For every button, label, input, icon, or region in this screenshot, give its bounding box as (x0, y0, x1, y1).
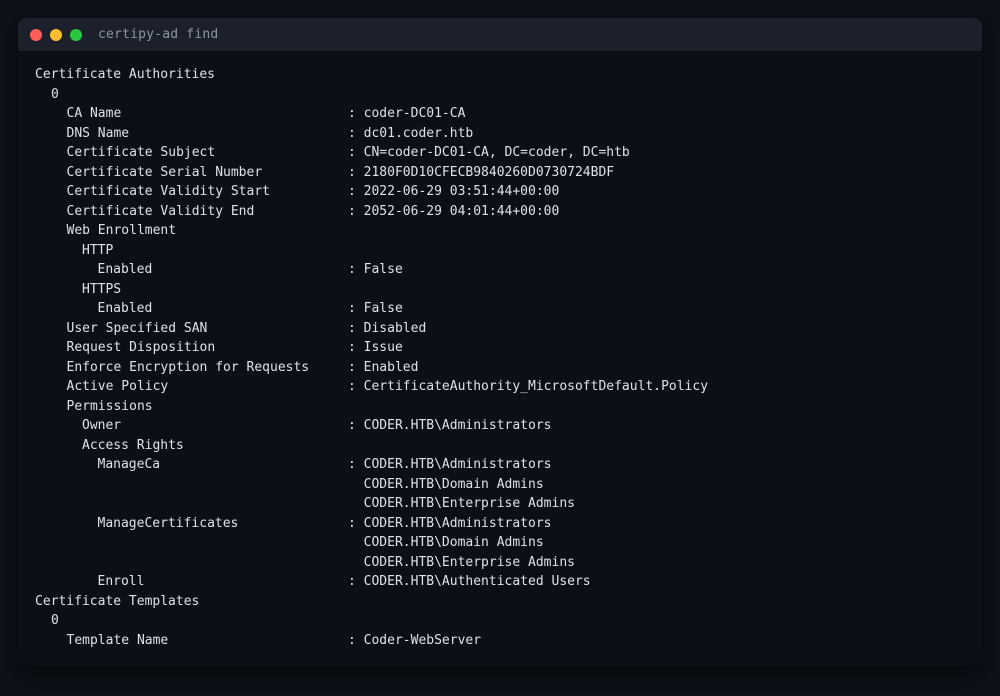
output-line: ManageCertificates : CODER.HTB\Administra… (35, 514, 982, 534)
output-line: Template Name : Coder-WebServer (35, 631, 982, 651)
output-line-value: CODER.HTB\Enterprise Admins (348, 554, 575, 570)
output-line-key: Certificate Templates (35, 593, 200, 609)
output-line-key: Access Rights (82, 437, 184, 453)
output-line-key: Template Name (66, 632, 169, 648)
output-line: DNS Name : dc01.coder.htb (35, 124, 982, 144)
output-line: Access Rights (35, 436, 982, 456)
output-line-value: : CODER.HTB\Administrators (348, 515, 552, 531)
output-line-key: Enabled (97, 301, 153, 316)
output-line: CODER.HTB\Enterprise Admins (35, 553, 982, 573)
output-line-key: Request Disposition (66, 340, 216, 355)
output-line-value: : False (348, 262, 403, 277)
output-line-value: : Disabled (348, 320, 427, 336)
output-line-value: : coder-DC01-CA (348, 106, 466, 121)
output-line-value: : 2180F0D10CFECB9840260D0730724BDF (348, 164, 615, 180)
output-line: CODER.HTB\Domain Admins (35, 475, 982, 495)
title-bar: certipy-ad find (18, 18, 982, 51)
output-line: 0 (35, 85, 982, 105)
output-line-key: HTTP (82, 242, 114, 258)
output-line-value: : CODER.HTB\Administrators (348, 457, 552, 472)
window-title: certipy-ad find (98, 27, 219, 42)
output-line: 0 (35, 611, 982, 631)
output-line: User Specified SAN : Disabled (35, 319, 982, 339)
output-line: Enabled : False (35, 260, 982, 280)
output-line-value: : CODER.HTB\Administrators (348, 418, 552, 433)
output-line-key: CA Name (66, 106, 122, 121)
output-line-key: User Specified SAN (66, 320, 208, 336)
output-line-key: ManageCertificates (97, 515, 239, 531)
output-line-key: ManageCa (97, 457, 161, 472)
output-line-key: Enabled (97, 262, 153, 277)
output-line: CODER.HTB\Domain Admins (35, 533, 982, 553)
output-line-value: : False (348, 301, 403, 316)
output-line-key: Certificate Serial Number (66, 164, 263, 180)
output-line: Enabled : False (35, 299, 982, 319)
output-line-key: 0 (51, 86, 59, 102)
output-line: Owner : CODER.HTB\Administrators (35, 416, 982, 436)
output-line: Permissions (35, 397, 982, 417)
output-line-key: Permissions (66, 398, 153, 414)
output-line: Request Disposition : Issue (35, 338, 982, 358)
output-line: Web Enrollment (35, 221, 982, 241)
output-line: CA Name : coder-DC01-CA (35, 104, 982, 124)
output-line-key: Owner (82, 418, 122, 433)
output-line-value: CODER.HTB\Domain Admins (348, 476, 544, 492)
output-line-key: Enforce Encryption for Requests (66, 359, 310, 375)
output-line-value: : Coder-WebServer (348, 632, 482, 648)
output-line: Certificate Templates (35, 592, 982, 612)
output-line: HTTP (35, 241, 982, 261)
output-line: Enroll : CODER.HTB\Authenticated Users (35, 572, 982, 592)
output-line-value: CODER.HTB\Domain Admins (348, 535, 544, 550)
output-line-value: : dc01.coder.htb (348, 125, 474, 141)
output-line-key: Certificate Validity End (66, 203, 255, 219)
output-line-key: DNS Name (66, 125, 130, 141)
output-line: Certificate Serial Number : 2180F0D10CFEC… (35, 163, 982, 183)
output-line-key: Web Enrollment (66, 223, 177, 238)
output-line: Certificate Subject : CN=coder-DC01-CA, D… (35, 143, 982, 163)
output-line: CODER.HTB\Enterprise Admins (35, 494, 982, 514)
output-line: Certificate Authorities (35, 65, 982, 85)
output-line-value: CODER.HTB\Enterprise Admins (348, 496, 575, 511)
close-window-button[interactable] (30, 28, 42, 41)
output-line-value: : CN=coder-DC01-CA, DC=coder, DC=htb (348, 145, 630, 160)
output-line-value: : 2052-06-29 04:01:44+00:00 (348, 203, 560, 219)
output-line-key: Active Policy (66, 379, 169, 394)
output-line-key: Certificate Validity Start (66, 184, 271, 199)
output-line: ManageCa : CODER.HTB\Administrators (35, 455, 982, 475)
output-line: HTTPS (35, 280, 982, 300)
output-line-value: : 2022-06-29 03:51:44+00:00 (348, 184, 560, 199)
terminal-window: certipy-ad find Certificate Authorities 0… (18, 18, 982, 666)
output-line-value: : CertificateAuthority_MicrosoftDefault.… (348, 379, 709, 394)
output-line-key: Enroll (97, 574, 145, 589)
terminal-output[interactable]: Certificate Authorities 0 CA Name : coder-D… (18, 51, 982, 650)
output-line-value: : CODER.HTB\Authenticated Users (348, 574, 591, 589)
output-line: Certificate Validity End : 2052-06-29 04:… (35, 202, 982, 222)
output-line: Enforce Encryption for Requests : Enabled (35, 358, 982, 378)
minimize-window-button[interactable] (50, 28, 62, 41)
maximize-window-button[interactable] (70, 28, 82, 41)
output-line-key: 0 (51, 613, 59, 628)
output-line-value: : Issue (348, 340, 403, 355)
output-line: Certificate Validity Start : 2022-06-29 0… (35, 182, 982, 202)
output-line: Active Policy : CertificateAuthority_Micr… (35, 377, 982, 397)
output-line-key: Certificate Subject (66, 145, 216, 160)
output-line-key: HTTPS (82, 281, 122, 297)
output-line-key: Certificate Authorities (35, 67, 216, 82)
output-line-value: : Enabled (348, 359, 419, 375)
